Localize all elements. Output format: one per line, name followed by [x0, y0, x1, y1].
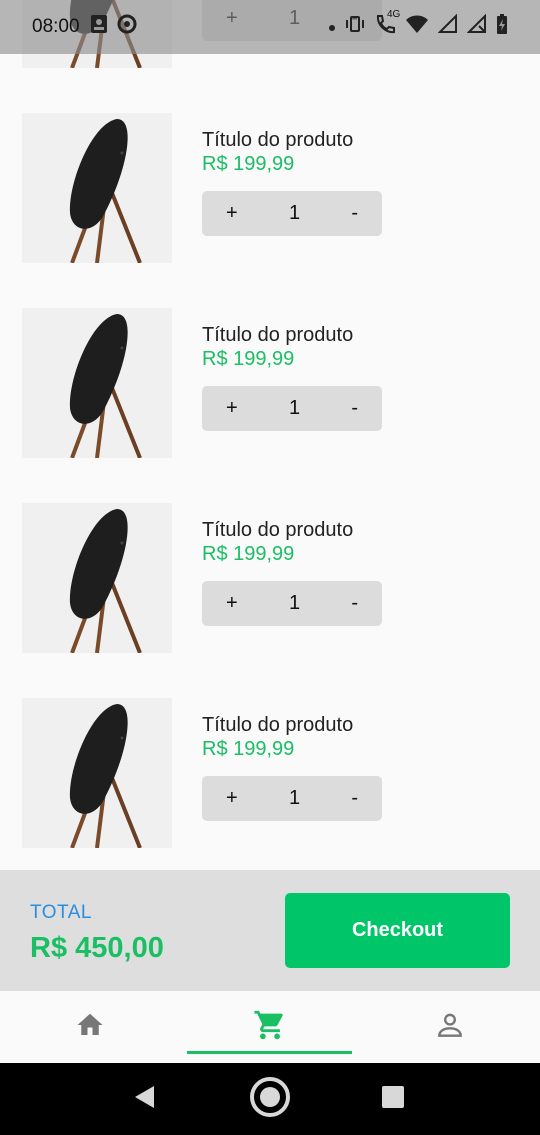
list-item: Título do produto R$ 199,99 + 1 -	[0, 308, 540, 458]
product-image	[22, 698, 172, 848]
decrease-button[interactable]: -	[351, 397, 358, 420]
home-button[interactable]	[235, 1063, 305, 1135]
checkout-button[interactable]: Checkout	[285, 893, 510, 968]
status-bar: 08:00 4G	[0, 0, 540, 54]
signal-icon	[437, 13, 458, 40]
back-button[interactable]	[110, 1063, 180, 1135]
product-title: Título do produto	[202, 519, 354, 541]
quantity-stepper: + 1 -	[202, 581, 382, 626]
active-tab-indicator	[187, 1051, 352, 1054]
signal-off-icon	[466, 13, 487, 40]
product-price: R$ 199,99	[202, 738, 295, 760]
list-item: Título do produto R$ 199,99 + 1 -	[0, 503, 540, 653]
product-price: R$ 199,99	[202, 153, 295, 175]
recents-button[interactable]	[358, 1063, 428, 1135]
increase-button[interactable]: +	[226, 787, 238, 810]
product-price: R$ 199,99	[202, 348, 295, 370]
system-navigation-bar	[0, 1063, 540, 1135]
list-item: Título do produto R$ 199,99 + 1 -	[0, 113, 540, 263]
battery-charging-icon	[496, 13, 508, 41]
cart-list[interactable]: + 1 - Título do produto R$ 199,99 + 1 -	[0, 0, 540, 870]
checkout-bar: TOTAL R$ 450,00 Checkout	[0, 870, 540, 991]
network-label: 4G	[387, 9, 401, 20]
quantity-value: 1	[288, 397, 301, 419]
total-label: TOTAL	[30, 902, 92, 923]
product-title: Título do produto	[202, 714, 354, 736]
quantity-stepper: + 1 -	[202, 191, 382, 236]
home-icon	[75, 1010, 105, 1045]
quantity-stepper: + 1 -	[202, 386, 382, 431]
product-image	[22, 113, 172, 263]
nav-item-profile[interactable]	[367, 991, 532, 1063]
decrease-button[interactable]: -	[351, 592, 358, 615]
photo-icon	[90, 14, 108, 40]
dot-icon	[328, 16, 336, 38]
product-image	[22, 308, 172, 458]
back-icon	[132, 1084, 158, 1115]
quantity-stepper: + 1 -	[202, 776, 382, 821]
vibrate-icon	[345, 14, 365, 40]
product-title: Título do produto	[202, 129, 354, 151]
home-circle-icon	[248, 1075, 292, 1124]
wifi-icon	[405, 14, 429, 40]
quantity-value: 1	[288, 592, 301, 614]
increase-button[interactable]: +	[226, 202, 238, 225]
call-icon: 4G	[374, 9, 400, 41]
nav-item-home[interactable]	[7, 991, 172, 1063]
decrease-button[interactable]: -	[351, 787, 358, 810]
quantity-value: 1	[288, 202, 301, 224]
total-value: R$ 450,00	[30, 932, 164, 964]
list-item: Título do produto R$ 199,99 + 1 -	[0, 698, 540, 848]
cart-icon	[253, 1008, 287, 1047]
increase-button[interactable]: +	[226, 397, 238, 420]
product-image	[22, 503, 172, 653]
recents-icon	[381, 1085, 405, 1114]
product-title: Título do produto	[202, 324, 354, 346]
sync-icon	[116, 13, 138, 41]
status-time: 08:00	[32, 16, 80, 37]
decrease-button[interactable]: -	[351, 202, 358, 225]
quantity-value: 1	[288, 787, 301, 809]
increase-button[interactable]: +	[226, 592, 238, 615]
person-icon	[434, 1009, 466, 1046]
product-price: R$ 199,99	[202, 543, 295, 565]
bottom-navigation	[0, 991, 540, 1063]
